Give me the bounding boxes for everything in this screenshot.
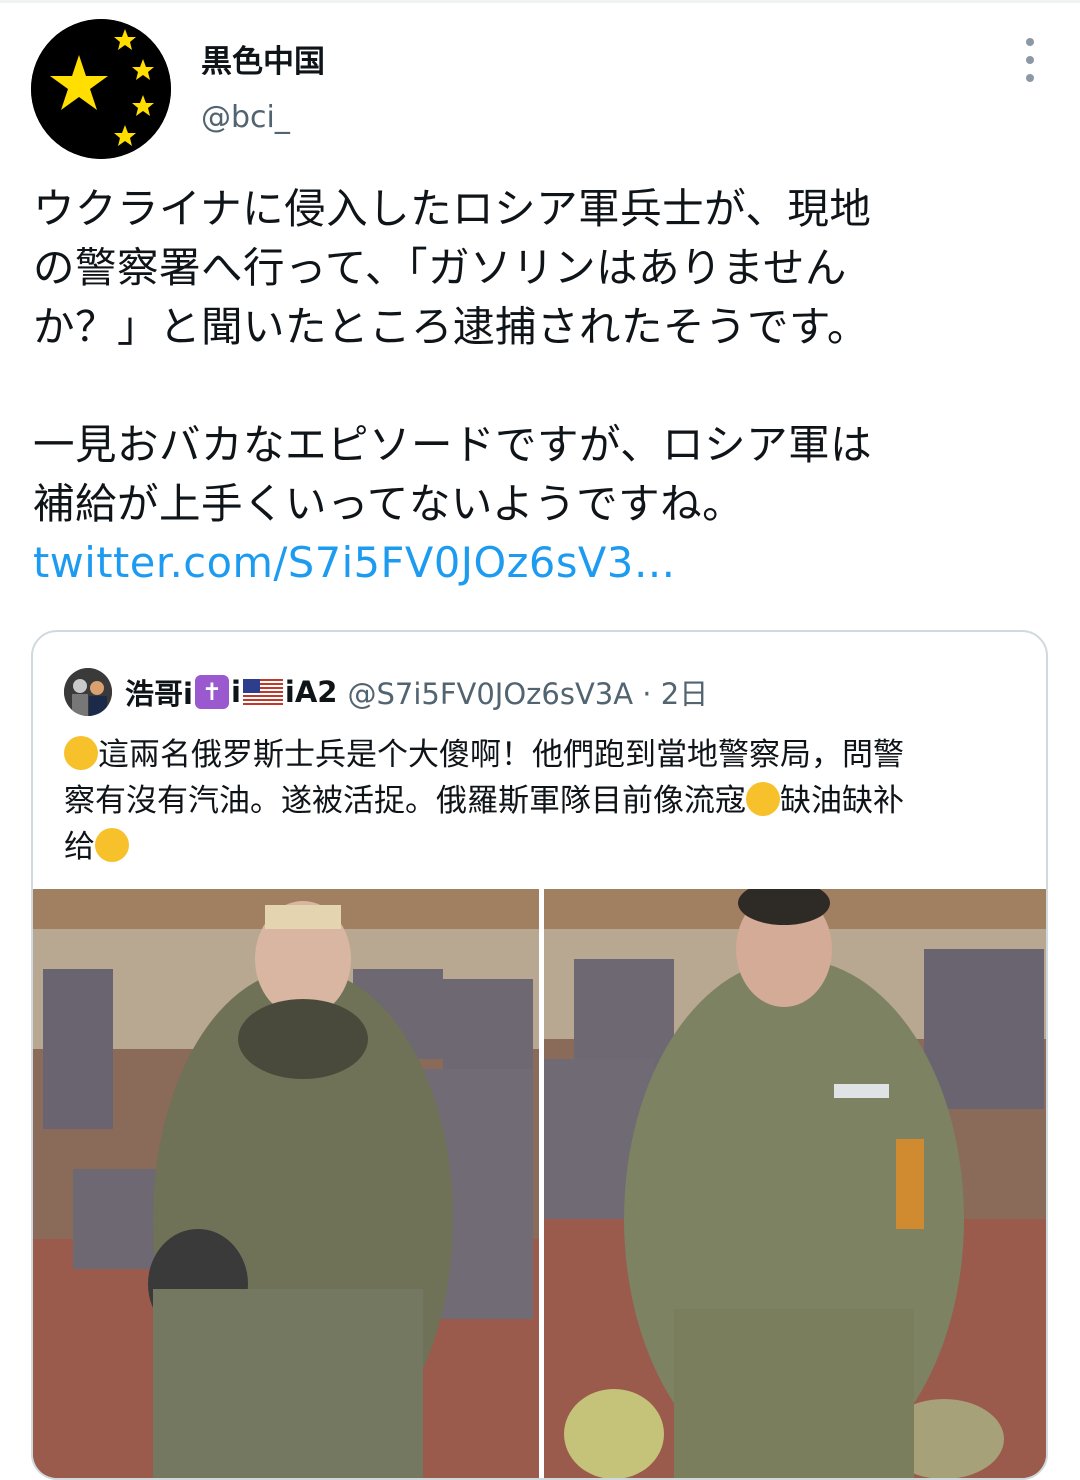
quoted-avatar[interactable] [64,668,112,716]
hugging-face-emoji-icon [95,828,129,862]
profile-avatar[interactable] [31,19,171,159]
quoted-text: 這兩名俄罗斯士兵是个大傻啊！他們跑到當地警察局，問警 察有沒有汽油。遂被活捉。俄… [64,732,1024,870]
quoted-name[interactable]: 浩哥i [125,671,193,713]
tweet-text: ウクライナに侵入したロシア軍兵士が、現地 の警察署へ行って、「ガソリンはありませ… [33,179,1043,592]
tweet-line: の警察署へ行って、「ガソリンはありません [33,243,847,292]
quoted-header: 浩哥i ✝ i iA2 @S7i5FV0JOz6sV3A · 2日 [125,668,708,716]
tweet-line: 一見おバカなエピソードですが、ロシア軍は [33,420,873,469]
top-divider [0,0,1080,3]
soldier-photo-right [544,889,1046,1478]
quoted-name-part: iA2 [284,675,338,709]
tweet-line: か？」と聞いたところ逮捕されたそうです。 [33,302,869,351]
soldier-photo-left [33,889,539,1478]
quoted-line: 给 [64,829,95,865]
china-flag-icon [31,19,171,159]
us-flag-icon [242,679,283,705]
photo-soldier-right[interactable] [544,889,1046,1478]
photo-soldier-left[interactable] [33,889,539,1478]
quoted-line: 這兩名俄罗斯士兵是个大傻啊！他們跑到當地警察局，問警 [98,737,904,773]
tweet-link[interactable]: twitter.com/S7i5FV0JOz6sV3… [33,538,676,587]
more-vertical-icon[interactable] [1010,38,1050,82]
quoted-tweet-card[interactable]: 浩哥i ✝ i iA2 @S7i5FV0JOz6sV3A · 2日 這兩名俄罗斯… [31,630,1048,1480]
person-avatar-icon [64,668,112,716]
tweet-line: 補給が上手くいってないようですね。 [33,479,745,528]
display-name[interactable]: 黒色中国 [201,40,325,84]
quoted-name-part: i [230,675,241,709]
tweet-line: ウクライナに侵入したロシア軍兵士が、現地 [33,184,872,233]
weary-face-emoji-icon [746,782,780,816]
user-handle[interactable]: @bci_ [201,98,290,138]
quoted-line: 察有沒有汽油。遂被活捉。俄羅斯軍隊目前像流寇 [64,783,746,819]
latin-cross-icon: ✝ [194,675,229,709]
star-struck-emoji-icon [64,736,98,770]
quoted-handle-time[interactable]: @S7i5FV0JOz6sV3A · 2日 [347,671,708,713]
quoted-line: 缺油缺补 [780,783,904,819]
